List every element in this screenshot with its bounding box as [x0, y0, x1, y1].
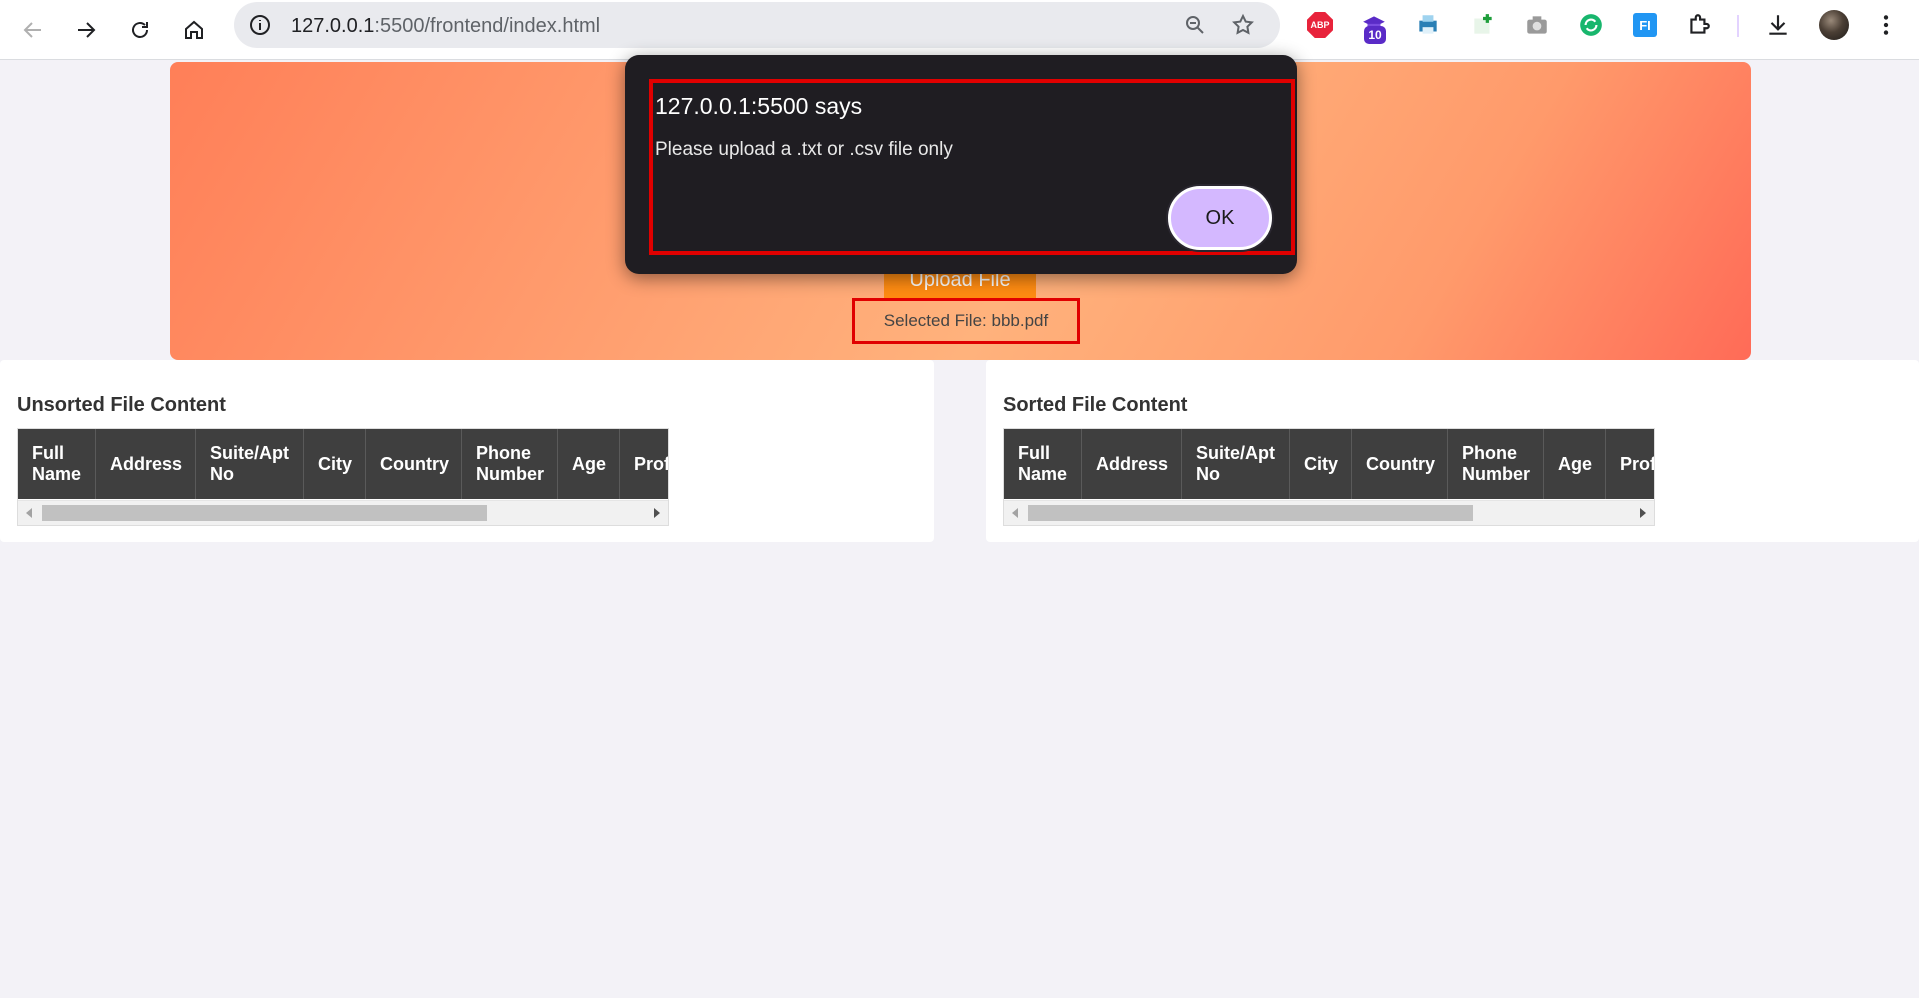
fi-extension-icon[interactable]: FI — [1632, 12, 1658, 38]
url-path: :5500/frontend/index.html — [374, 15, 601, 37]
printer-icon — [1419, 15, 1437, 34]
back-arrow-icon — [23, 22, 41, 38]
selected-file-label: Selected File: bbb.pdf — [852, 298, 1080, 344]
browser-toolbar: 127.0.0.1:5500/frontend/index.html ABP 1… — [0, 0, 1919, 60]
toolbar-separator — [1737, 15, 1739, 37]
url-text[interactable]: 127.0.0.1:5500/frontend/index.html — [291, 15, 600, 38]
alert-title: 127.0.0.1:5500 says — [655, 93, 863, 119]
unsorted-table[interactable]: Full Name Address Suite/Apt No City Coun… — [17, 428, 669, 526]
browser-menu-button[interactable] — [1873, 12, 1899, 38]
unsorted-content-card: Unsorted File Content Full Name Address … — [0, 360, 934, 542]
col-suite-apt: Suite/Apt No — [196, 429, 304, 499]
col-profession: Prof — [1606, 429, 1654, 499]
col-age: Age — [1544, 429, 1606, 499]
sorted-table-header: Full Name Address Suite/Apt No City Coun… — [1004, 429, 1654, 499]
home-button[interactable] — [174, 10, 214, 50]
fi-label: FI — [1633, 13, 1657, 37]
col-address: Address — [96, 429, 196, 499]
scroll-left-icon[interactable] — [22, 506, 36, 520]
col-age: Age — [558, 429, 620, 499]
add-extension-icon[interactable] — [1470, 12, 1496, 38]
unsorted-scroll-thumb[interactable] — [42, 505, 487, 521]
col-profession: Prof — [620, 429, 668, 499]
sorted-scroll-thumb[interactable] — [1028, 505, 1473, 521]
unsorted-horizontal-scrollbar[interactable] — [18, 500, 668, 525]
col-country: Country — [366, 429, 462, 499]
site-info-icon[interactable] — [248, 13, 272, 37]
profile-avatar[interactable] — [1819, 10, 1849, 40]
plus-page-icon — [1474, 14, 1492, 34]
bookmark-star-icon[interactable] — [1231, 13, 1255, 37]
sorted-content-card: Sorted File Content Full Name Address Su… — [986, 360, 1919, 542]
sorted-horizontal-scrollbar[interactable] — [1004, 500, 1654, 525]
printer-extension-icon[interactable] — [1415, 12, 1441, 38]
back-button[interactable] — [13, 10, 53, 50]
sync-icon — [1580, 14, 1602, 36]
alert-message: Please upload a .txt or .csv file only — [655, 139, 953, 160]
extensions-puzzle-button[interactable] — [1686, 12, 1712, 38]
col-address: Address — [1082, 429, 1182, 499]
zoom-icon[interactable] — [1183, 13, 1207, 37]
col-city: City — [304, 429, 366, 499]
kebab-menu-icon — [1883, 15, 1889, 35]
alert-dialog: 127.0.0.1:5500 says Please upload a .txt… — [625, 55, 1297, 274]
camera-icon — [1527, 16, 1547, 34]
col-country: Country — [1352, 429, 1448, 499]
sorted-title: Sorted File Content — [1003, 394, 1188, 416]
sync-extension-icon[interactable] — [1578, 12, 1604, 38]
unsorted-title: Unsorted File Content — [17, 394, 226, 416]
downloads-button[interactable] — [1765, 12, 1791, 38]
abp-label: ABP — [1307, 12, 1333, 38]
unsorted-table-header: Full Name Address Suite/Apt No City Coun… — [18, 429, 668, 499]
puzzle-icon — [1690, 14, 1710, 34]
forward-arrow-icon — [78, 22, 96, 38]
col-full-name: Full Name — [18, 429, 96, 499]
col-city: City — [1290, 429, 1352, 499]
col-full-name: Full Name — [1004, 429, 1082, 499]
scroll-right-icon[interactable] — [650, 506, 664, 520]
download-icon — [1769, 15, 1787, 35]
home-icon — [185, 20, 203, 39]
url-host: 127.0.0.1 — [291, 15, 375, 37]
sorted-table[interactable]: Full Name Address Suite/Apt No City Coun… — [1003, 428, 1655, 526]
extension-badge: 10 — [1364, 26, 1386, 44]
address-bar[interactable]: 127.0.0.1:5500/frontend/index.html — [234, 2, 1280, 48]
reload-button[interactable] — [120, 10, 160, 50]
col-phone-number: Phone Number — [462, 429, 558, 499]
scroll-left-icon[interactable] — [1008, 506, 1022, 520]
camera-extension-icon[interactable] — [1524, 12, 1550, 38]
reload-icon — [132, 22, 148, 38]
ok-button[interactable]: OK — [1168, 186, 1272, 250]
col-suite-apt: Suite/Apt No — [1182, 429, 1290, 499]
forward-button[interactable] — [66, 10, 106, 50]
col-phone-number: Phone Number — [1448, 429, 1544, 499]
scroll-right-icon[interactable] — [1636, 506, 1650, 520]
adblock-extension-icon[interactable]: ABP — [1307, 12, 1333, 38]
